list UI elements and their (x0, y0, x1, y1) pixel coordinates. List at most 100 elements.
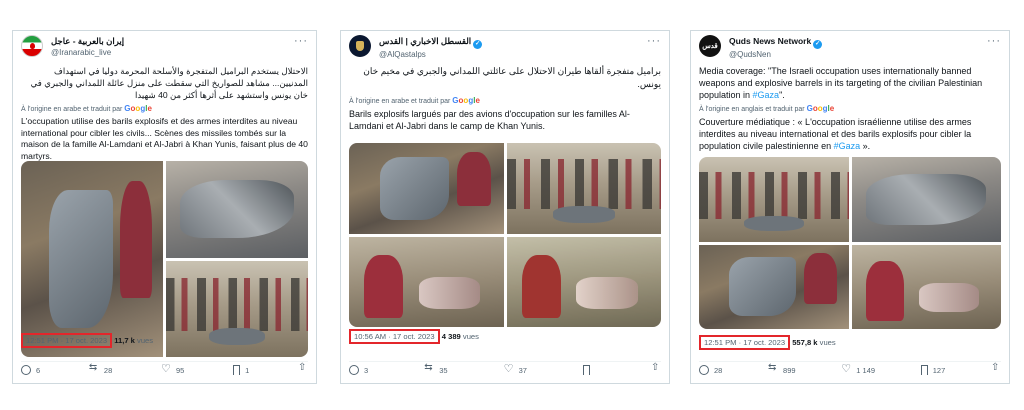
photo-crowd-debris[interactable] (166, 260, 308, 357)
photo-body-in-blanket[interactable] (851, 244, 1001, 329)
display-name[interactable]: القسطل الاخباري | القدس (379, 36, 471, 46)
reply-count: 3 (364, 365, 369, 375)
translation-notice-label: À l'origine en arabe et traduit par (21, 106, 123, 113)
reply-button[interactable]: 3 (349, 365, 368, 375)
retweet-icon (424, 362, 434, 375)
timestamp[interactable]: 10:56 AM · 17 oct. 2023 (349, 329, 440, 344)
like-count: 37 (518, 365, 527, 375)
heart-icon (161, 362, 171, 375)
translation-notice[interactable]: À l'origine en arabe et traduit par Goog… (21, 104, 308, 113)
tweet-card-quds[interactable]: قدس Quds News Network ✓ @QudsNen ··· Medi… (690, 30, 1010, 384)
reply-icon (699, 365, 709, 375)
share-button[interactable] (991, 362, 1001, 375)
views-count: 557,8 k (792, 338, 818, 347)
original-text: Media coverage: "The Israeli occupation … (699, 66, 983, 100)
share-button[interactable] (298, 362, 308, 375)
retweet-button[interactable]: 899 (768, 362, 796, 375)
tweet-header: إيران بالعربية - عاجل @Iranarabic_live ·… (21, 35, 308, 61)
photo-men-with-barrel[interactable] (21, 161, 163, 357)
original-text: براميل متفجرة ألقاها طيران الاحتلال على … (363, 66, 661, 89)
translated-text: Couverture médiatique : « L'occupation i… (699, 117, 972, 151)
views-label: vues (819, 338, 836, 347)
action-bar: 3 35 37 (349, 361, 661, 375)
tweet-card-iran[interactable]: إيران بالعربية - عاجل @Iranarabic_live ·… (12, 30, 317, 384)
media-grid[interactable] (349, 143, 661, 327)
bookmark-count: 1 (245, 365, 250, 375)
retweet-button[interactable]: 28 (89, 362, 112, 375)
heart-icon (841, 362, 851, 375)
hashtag-link[interactable]: #Gaza (753, 90, 780, 100)
verified-badge-icon: ✓ (473, 40, 483, 49)
views-label: vues (462, 332, 479, 341)
retweet-count: 899 (783, 365, 796, 375)
like-button[interactable]: 95 (161, 362, 185, 375)
action-bar: 6 28 95 1 (21, 361, 308, 375)
handle[interactable]: @QudsNen (729, 49, 822, 60)
tweet-header: القسطل الاخباري | القدس ✓ @AlQastalps ··· (349, 35, 661, 61)
bookmark-icon (582, 365, 590, 375)
translation-notice[interactable]: À l'origine en arabe et traduit par Goog… (349, 96, 661, 105)
retweet-icon (89, 362, 99, 375)
verified-badge-icon: ✓ (813, 40, 823, 49)
media-grid[interactable] (699, 157, 1001, 329)
like-count: 1 149 (856, 365, 876, 375)
quds-logo-icon[interactable]: قدس (699, 35, 721, 57)
tweet-meta: 12:51 PM · 17 oct. 2023 11,7 k vues (21, 333, 153, 348)
retweet-button[interactable]: 35 (424, 362, 448, 375)
bookmark-button[interactable]: 1 (233, 365, 249, 375)
handle[interactable]: @AlQastalps (379, 49, 482, 60)
reply-button[interactable]: 28 (699, 365, 722, 375)
translation-notice-label: À l'origine en arabe et traduit par (349, 98, 451, 105)
views-count: 4 389 (441, 332, 461, 341)
like-count: 95 (175, 365, 185, 375)
translation-notice[interactable]: À l'origine en anglais et traduit par Go… (699, 104, 1001, 113)
more-options-icon[interactable]: ··· (294, 35, 308, 47)
reply-icon (21, 365, 31, 375)
share-icon (298, 362, 308, 375)
tweet-card-alqastal[interactable]: القسطل الاخباري | القدس ✓ @AlQastalps ···… (340, 30, 670, 384)
more-options-icon[interactable]: ··· (647, 35, 661, 47)
google-logo-icon: Google (124, 104, 152, 113)
photo-crowd-blanket[interactable] (506, 236, 661, 327)
original-text: الاحتلال يستخدم البراميل المتفجرة والأسل… (30, 66, 308, 100)
heart-icon (504, 362, 514, 375)
photo-men-with-barrel[interactable] (699, 157, 849, 242)
views-label: vues (137, 336, 154, 345)
hashtag-link[interactable]: #Gaza (834, 141, 861, 151)
reply-icon (349, 365, 359, 375)
like-button[interactable]: 37 (504, 362, 527, 375)
display-name[interactable]: Quds News Network (729, 36, 811, 46)
photo-men-with-barrel[interactable] (349, 143, 504, 234)
retweet-count: 35 (439, 365, 448, 375)
display-name[interactable]: إيران بالعربية - عاجل (51, 36, 124, 47)
bookmark-icon (233, 365, 241, 375)
reply-count: 28 (714, 365, 723, 375)
photo-barrel-closeup[interactable] (851, 157, 1001, 242)
timestamp[interactable]: 12:51 PM · 17 oct. 2023 (21, 333, 113, 348)
reply-button[interactable]: 6 (21, 365, 40, 375)
bookmark-button[interactable]: 127 (920, 365, 946, 375)
action-bar: 28 899 1 149 127 (699, 361, 1001, 375)
quds-logo-text: قدس (702, 43, 718, 50)
qastal-logo-icon[interactable] (349, 35, 371, 57)
tweet-meta: 12:51 PM · 17 oct. 2023 557,8 k vues (699, 335, 836, 350)
like-button[interactable]: 1 149 (841, 362, 876, 375)
tweet-header: قدس Quds News Network ✓ @QudsNen ··· (699, 35, 1001, 61)
timestamp[interactable]: 12:51 PM · 17 oct. 2023 (699, 335, 791, 350)
bookmark-count: 127 (932, 365, 946, 375)
translated-text: Barils explosifs largués par des avions … (349, 109, 630, 131)
handle[interactable]: @Iranarabic_live (51, 47, 124, 58)
bookmark-button[interactable] (582, 365, 595, 375)
retweet-icon (768, 362, 778, 375)
photo-crowd-debris[interactable] (699, 244, 849, 329)
translation-notice-label: À l'origine en anglais et traduit par (699, 106, 805, 113)
more-options-icon[interactable]: ··· (987, 35, 1001, 47)
photo-crowd-debris[interactable] (506, 143, 661, 234)
bookmark-icon (920, 365, 928, 375)
translated-text: L'occupation utilise des barils explosif… (21, 116, 308, 161)
media-grid[interactable] (21, 161, 308, 357)
photo-body-in-blanket[interactable] (349, 236, 504, 327)
iran-flag-icon[interactable] (21, 35, 43, 57)
photo-barrel-closeup[interactable] (166, 161, 308, 258)
share-button[interactable] (651, 362, 661, 375)
